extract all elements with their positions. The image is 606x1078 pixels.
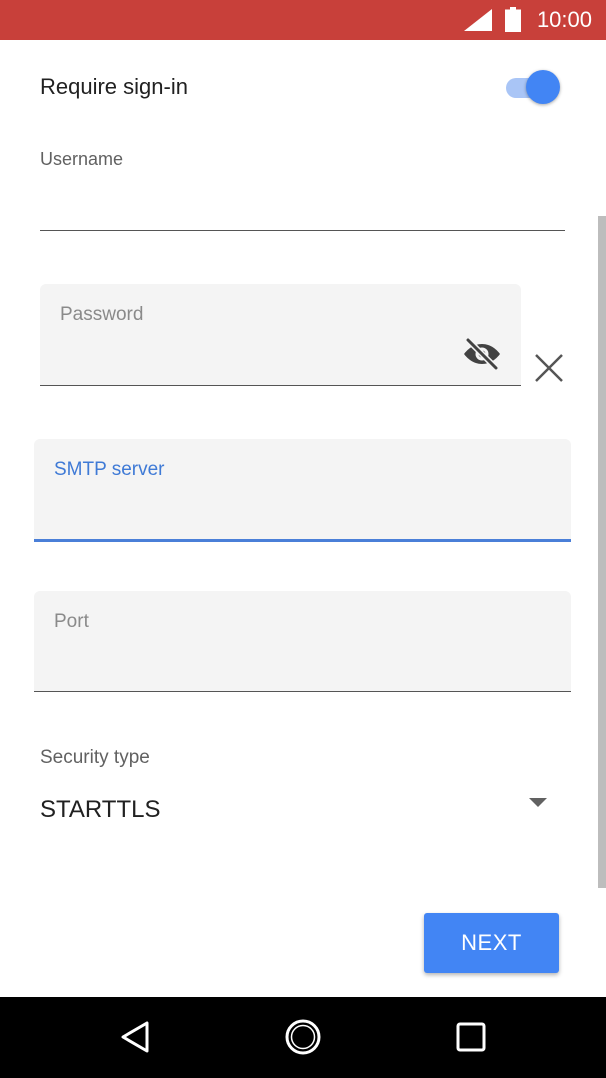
smtp-server-label: SMTP server — [54, 459, 165, 480]
smtp-server-field[interactable]: SMTP server — [34, 439, 571, 542]
battery-icon — [505, 7, 521, 32]
status-time: 10:00 — [536, 7, 592, 32]
dropdown-arrow-icon — [529, 798, 547, 807]
security-type-dropdown[interactable]: STARTTLS — [40, 786, 565, 836]
smtp-server-input[interactable] — [54, 499, 511, 529]
port-label: Port — [54, 611, 89, 632]
navigation-bar — [0, 997, 606, 1078]
port-field[interactable]: Port — [34, 591, 571, 692]
screen: 10:00 Require sign-in Username Password … — [0, 0, 606, 1078]
password-field[interactable]: Password — [40, 284, 521, 386]
require-signin-switch[interactable] — [500, 68, 562, 106]
next-button[interactable]: NEXT — [424, 913, 559, 973]
scrollbar[interactable] — [598, 216, 606, 888]
require-signin-label: Require sign-in — [40, 74, 188, 99]
password-label: Password — [60, 304, 144, 325]
username-field[interactable] — [40, 180, 565, 231]
username-label: Username — [40, 149, 124, 169]
password-input[interactable] — [60, 345, 461, 375]
port-input[interactable] — [54, 651, 511, 681]
home-icon[interactable] — [284, 1018, 322, 1056]
security-type-label: Security type — [40, 747, 150, 768]
visibility-off-icon[interactable] — [463, 338, 501, 370]
switch-thumb — [526, 70, 560, 104]
recents-icon[interactable] — [455, 1021, 487, 1053]
status-bar: 10:00 — [0, 0, 606, 40]
signal-icon — [464, 9, 492, 31]
back-icon[interactable] — [117, 1019, 153, 1055]
clear-icon[interactable] — [533, 352, 565, 384]
security-type-value: STARTTLS — [40, 796, 161, 823]
